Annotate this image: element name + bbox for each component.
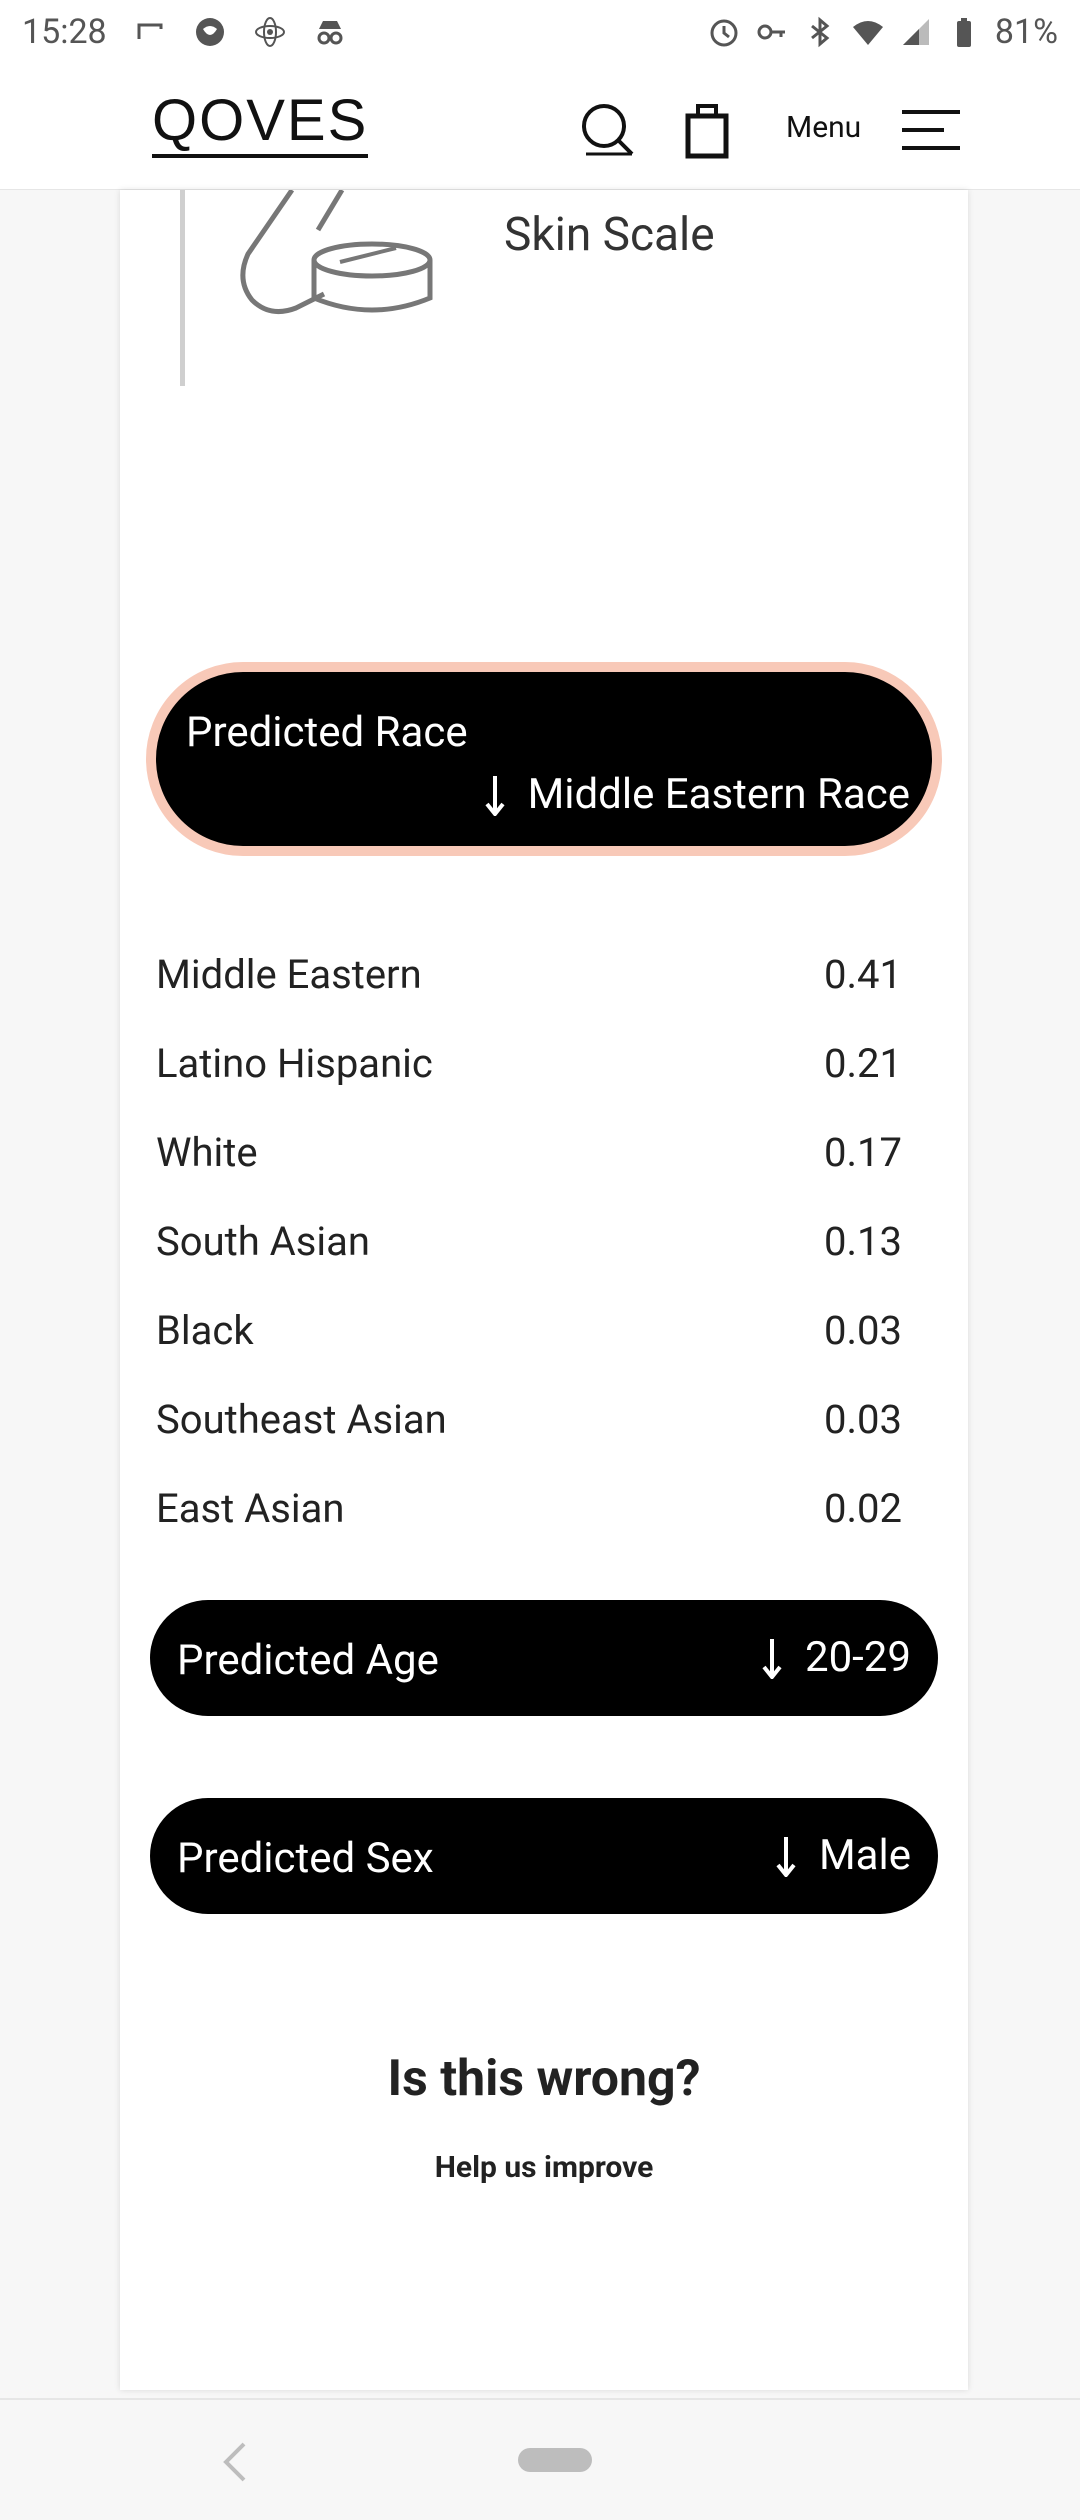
bug-shield-icon [193,15,227,49]
list-item: Latino Hispanic 0.21 [156,1019,902,1108]
home-pill[interactable] [518,2448,592,2472]
cell-signal-icon [899,15,933,49]
predicted-age-value-text: 20-29 [804,1633,911,1682]
site-header: QOVES Menu [0,64,1080,190]
race-score: 0.21 [824,1040,902,1087]
battery-icon [947,15,981,49]
predicted-race-value-text: Middle Eastern Race [527,770,910,819]
predicted-race-title: Predicted Race [186,708,468,757]
race-score: 0.03 [824,1396,902,1443]
predicted-race-value: Middle Eastern Race [484,770,910,819]
race-label: East Asian [156,1485,345,1532]
race-score: 0.41 [824,951,902,998]
list-item: Southeast Asian 0.03 [156,1375,902,1464]
list-item: Middle Eastern 0.41 [156,930,902,1019]
arrow-down-icon [484,774,506,817]
feedback-heading: Is this wrong? [387,2050,701,2108]
race-score: 0.03 [824,1307,902,1354]
wifi-icon [851,15,885,49]
help-us-improve-link[interactable]: Help us improve [120,2150,968,2185]
predicted-sex-pill[interactable]: Predicted Sex Male [150,1798,938,1914]
list-item: South Asian 0.13 [156,1197,902,1286]
atom-icon [253,15,287,49]
battery-percent: 81% [994,12,1058,52]
skin-products-icon [236,188,448,328]
search-icon[interactable] [578,100,636,158]
incognito-icon [313,15,347,49]
predicted-age-title: Predicted Age [177,1636,439,1685]
list-item: Black 0.03 [156,1286,902,1375]
status-bar: 15:28 81% [0,0,1080,64]
site-logo[interactable]: QOVES [152,90,369,158]
timeline-divider [180,190,185,386]
system-nav-bar [0,2398,1080,2520]
race-label: Middle Eastern [156,951,422,998]
race-label: Southeast Asian [156,1396,447,1443]
race-label: South Asian [156,1218,370,1265]
bluetooth-icon [803,15,837,49]
predicted-sex-value: Male [775,1831,911,1880]
race-label: Latino Hispanic [156,1040,433,1087]
list-item: East Asian 0.02 [156,1464,902,1553]
cast-icon [133,15,167,49]
predicted-sex-title: Predicted Sex [177,1834,434,1883]
hamburger-menu-icon[interactable] [900,106,962,154]
predicted-race-pill[interactable]: Predicted Race Middle Eastern Race [146,662,942,856]
predicted-sex-value-text: Male [819,1831,911,1880]
arrow-down-icon [761,1637,783,1680]
alarm-icon [707,15,741,49]
list-item: White 0.17 [156,1108,902,1197]
shopping-bag-icon[interactable] [684,98,730,160]
race-score-list: Middle Eastern 0.41 Latino Hispanic 0.21… [156,930,902,1553]
race-score: 0.13 [824,1218,902,1265]
menu-label[interactable]: Menu [786,110,861,145]
predicted-age-pill[interactable]: Predicted Age 20-29 [150,1600,938,1716]
race-score: 0.02 [824,1485,902,1532]
arrow-down-icon [775,1835,797,1878]
vpn-key-icon [755,15,789,49]
status-time: 15:28 [22,12,107,52]
predicted-age-value: 20-29 [761,1633,911,1682]
race-label: Black [156,1307,254,1354]
skin-scale-caption: Skin Scale [504,208,715,262]
back-icon[interactable] [220,2440,250,2484]
race-label: White [156,1129,258,1176]
race-score: 0.17 [824,1129,902,1176]
